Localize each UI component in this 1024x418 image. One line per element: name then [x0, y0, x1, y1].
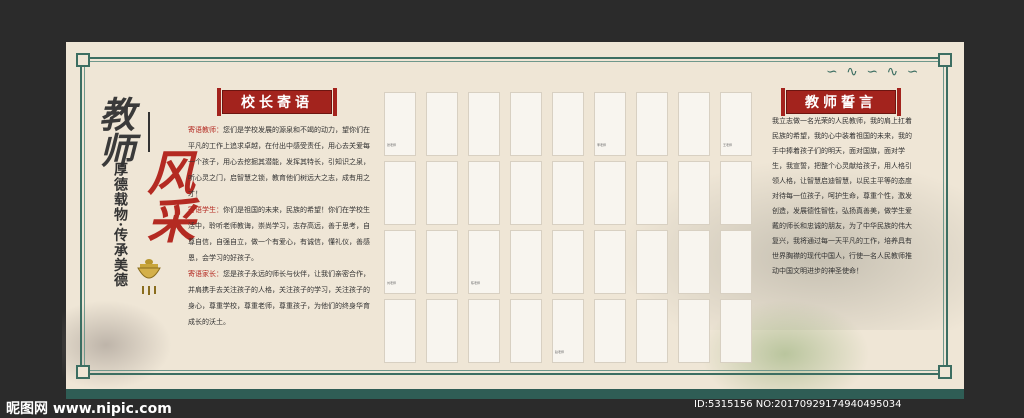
teacher-card — [384, 161, 416, 225]
site-watermark: 昵图网 www.nipic.com — [6, 401, 172, 417]
bottom-band — [66, 389, 964, 399]
teacher-card: 陈老师 — [468, 230, 500, 294]
teacher-card: 刘老师 — [384, 230, 416, 294]
teacher-card-caption: 陈老师 — [471, 281, 481, 285]
teacher-card — [636, 299, 668, 363]
frame-corner — [938, 53, 952, 67]
teacher-card — [384, 299, 416, 363]
teacher-card — [594, 299, 626, 363]
title-divider — [148, 112, 150, 152]
frame-corner — [76, 53, 90, 67]
teacher-card — [678, 299, 710, 363]
teacher-photo-grid: 张老师 李老师 王老师刘老师 陈老师赵老师 — [384, 92, 758, 364]
teacher-card-caption: 王老师 — [723, 143, 733, 147]
teacher-card — [468, 299, 500, 363]
teacher-card — [678, 230, 710, 294]
teacher-card-caption: 李老师 — [597, 143, 607, 147]
teacher-card-caption: 刘老师 — [387, 281, 397, 285]
teacher-card — [720, 299, 752, 363]
teacher-card — [594, 161, 626, 225]
teacher-card — [636, 230, 668, 294]
teacher-card — [636, 92, 668, 156]
teacher-card: 赵老师 — [552, 299, 584, 363]
teacher-card-caption: 赵老师 — [555, 350, 565, 354]
teacher-card — [678, 92, 710, 156]
teacher-card — [426, 92, 458, 156]
teacher-card — [552, 230, 584, 294]
teacher-card: 李老师 — [594, 92, 626, 156]
oath-header: 教师誓言 — [781, 88, 901, 116]
teacher-card: 王老师 — [720, 92, 752, 156]
teacher-card — [468, 161, 500, 225]
title-jiaoshi: 教师 — [93, 96, 135, 168]
principal-header: 校长寄语 — [217, 88, 337, 116]
censer-icon — [137, 259, 161, 295]
teacher-card — [636, 161, 668, 225]
teacher-card — [510, 230, 542, 294]
teacher-card — [510, 92, 542, 156]
oath-text: 我立志做一名光荣的人民教师，我的肩上扛着民族的希望，我的心中装着祖国的未来，我的… — [772, 117, 912, 275]
teacher-card — [468, 92, 500, 156]
teacher-card — [510, 299, 542, 363]
title-subtitle: 厚德载物·传承美德 — [112, 162, 128, 288]
image-id-watermark: ID:5315156 NO:20170929174940495034 — [694, 399, 902, 410]
teacher-card-caption: 张老师 — [387, 143, 397, 147]
title-fengcai: 风采 — [138, 148, 194, 244]
principal-paragraph-students: 寄语学生：你们是祖国的未来，民族的希望！你们在学校生活中，聆听老师教诲，崇尚学习… — [188, 206, 370, 262]
teacher-card — [678, 161, 710, 225]
teacher-card — [552, 92, 584, 156]
principal-paragraph-teachers: 寄语教师：您们是学校发展的源泉和不竭的动力，望你们在平凡的工作上追求卓越，在付出… — [188, 126, 370, 198]
teacher-card — [426, 299, 458, 363]
teacher-card — [426, 161, 458, 225]
principal-paragraph-parents: 寄语家长：您是孩子永远的师长与伙伴，让我们亲密合作，并肩携手去关注孩子的人格，关… — [188, 270, 370, 326]
teacher-card — [720, 230, 752, 294]
frame-corner — [76, 365, 90, 379]
teacher-card — [594, 230, 626, 294]
teacher-card — [510, 161, 542, 225]
frame-corner — [938, 365, 952, 379]
teacher-card: 张老师 — [384, 92, 416, 156]
principal-message: 寄语教师：您们是学校发展的源泉和不竭的动力，望你们在平凡的工作上追求卓越，在付出… — [188, 122, 374, 330]
teacher-card — [426, 230, 458, 294]
teacher-card — [720, 161, 752, 225]
cloud-ornament-icon: ∽ ∿ ∽ ∿ ∽ — [826, 64, 921, 80]
teacher-card — [552, 161, 584, 225]
